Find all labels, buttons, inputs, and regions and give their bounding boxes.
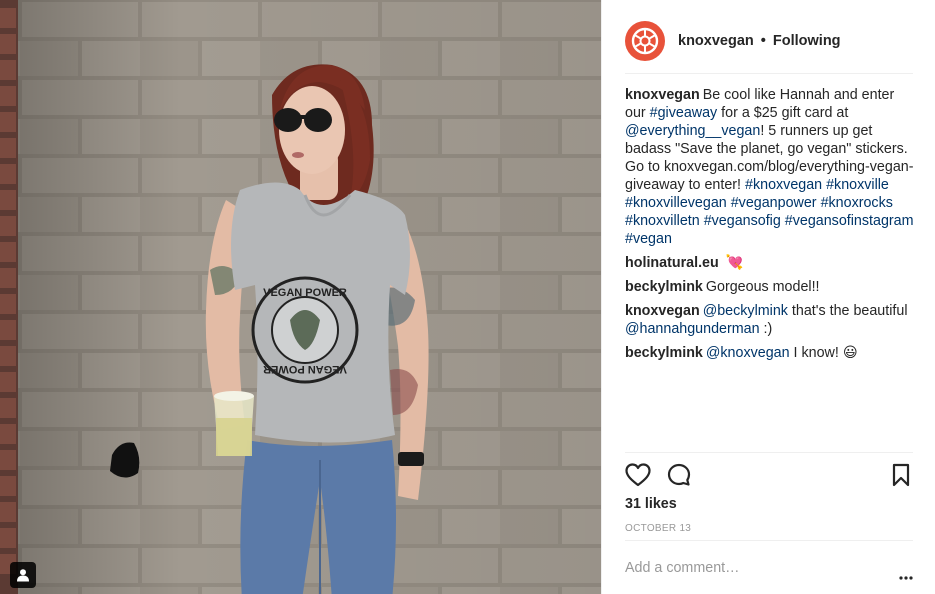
hashtag-link[interactable]: #vegansofinstagram xyxy=(785,213,914,229)
caption: knoxvegan Be cool like Hannah and enter o… xyxy=(625,86,915,248)
header-text: knoxvegan • Following xyxy=(678,33,841,49)
comment-author[interactable]: beckylmink xyxy=(625,345,703,361)
hashtag-link[interactable]: #knoxvillevegan xyxy=(625,195,727,211)
mention-link[interactable]: @beckylmink xyxy=(703,303,788,319)
comment-text: I know! xyxy=(789,345,843,361)
photo-illustration: VEGAN POWER VEGAN POWER xyxy=(0,0,601,594)
knoxvegan-logo-icon[interactable] xyxy=(625,20,665,61)
comment-item: beckylmink Gorgeous model!! xyxy=(625,278,915,296)
add-comment-bar xyxy=(625,540,913,594)
comments-list: knoxvegan Be cool like Hannah and enter o… xyxy=(625,86,915,448)
mention-link[interactable]: @everything__vegan xyxy=(625,123,760,139)
comment-input[interactable] xyxy=(625,559,875,576)
shirt-text-bottom: VEGAN POWER xyxy=(263,363,347,375)
hashtag-link[interactable]: #knoxville xyxy=(826,177,889,193)
comment-text: that's the beautiful xyxy=(787,303,908,319)
post-header: knoxvegan • Following xyxy=(625,14,913,74)
shirt-text-top: VEGAN POWER xyxy=(263,287,347,299)
hashtag-link[interactable]: #knoxrocks xyxy=(821,195,893,211)
follow-status-button[interactable]: Following xyxy=(773,33,841,49)
instagram-post: VEGAN POWER VEGAN POWER knoxvegan • Foll… xyxy=(0,0,935,594)
hashtag-link[interactable]: #knoxvegan xyxy=(745,177,822,193)
post-side-panel: knoxvegan • Following knoxvegan Be cool l… xyxy=(601,0,935,594)
hashtag-link[interactable]: #veganpower xyxy=(731,195,817,211)
mention-link[interactable]: @hannahgunderman xyxy=(625,321,760,337)
caption-text: for a $25 gift card at xyxy=(717,105,849,121)
bookmark-icon[interactable] xyxy=(891,463,911,490)
comment-text: :) xyxy=(759,321,773,337)
comment-author[interactable]: holinatural.eu xyxy=(625,255,719,271)
post-date[interactable]: OCTOBER 13 xyxy=(625,523,691,534)
user-tag-button[interactable] xyxy=(10,562,36,588)
hashtag-link[interactable]: #knoxvilletn xyxy=(625,213,700,229)
comment-text: Gorgeous model!! xyxy=(705,279,820,295)
header-separator: • xyxy=(760,32,766,49)
comment-item: knoxvegan @beckylmink that's the beautifu… xyxy=(625,302,915,338)
header-username[interactable]: knoxvegan xyxy=(678,33,754,49)
comment-author[interactable]: knoxvegan xyxy=(625,303,700,319)
hashtag-link[interactable]: #vegan xyxy=(625,231,672,247)
heart-icon[interactable] xyxy=(625,463,651,490)
comment-author[interactable]: beckylmink xyxy=(625,279,703,295)
comment-item: beckylmink @knoxvegan I know! 😃 xyxy=(625,344,915,362)
action-row xyxy=(625,453,913,497)
hashtag-link[interactable]: #vegansofig xyxy=(704,213,781,229)
caption-author[interactable]: knoxvegan xyxy=(625,87,700,103)
smiley-emoji: 😃 xyxy=(842,345,858,361)
more-options-icon[interactable] xyxy=(899,567,913,583)
post-actions: 31 likes OCTOBER 13 xyxy=(625,452,913,534)
comment-item: holinatural.eu 💘 xyxy=(625,254,915,272)
mention-link[interactable]: @knoxvegan xyxy=(706,345,790,361)
user-tag-icon xyxy=(17,569,29,582)
hashtag-link[interactable]: #giveaway xyxy=(650,105,718,121)
heart-arrow-emoji: 💘 xyxy=(725,255,744,271)
likes-count[interactable]: 31 likes xyxy=(625,496,677,512)
post-photo[interactable]: VEGAN POWER VEGAN POWER xyxy=(0,0,601,594)
comment-bubble-icon[interactable] xyxy=(667,463,691,490)
